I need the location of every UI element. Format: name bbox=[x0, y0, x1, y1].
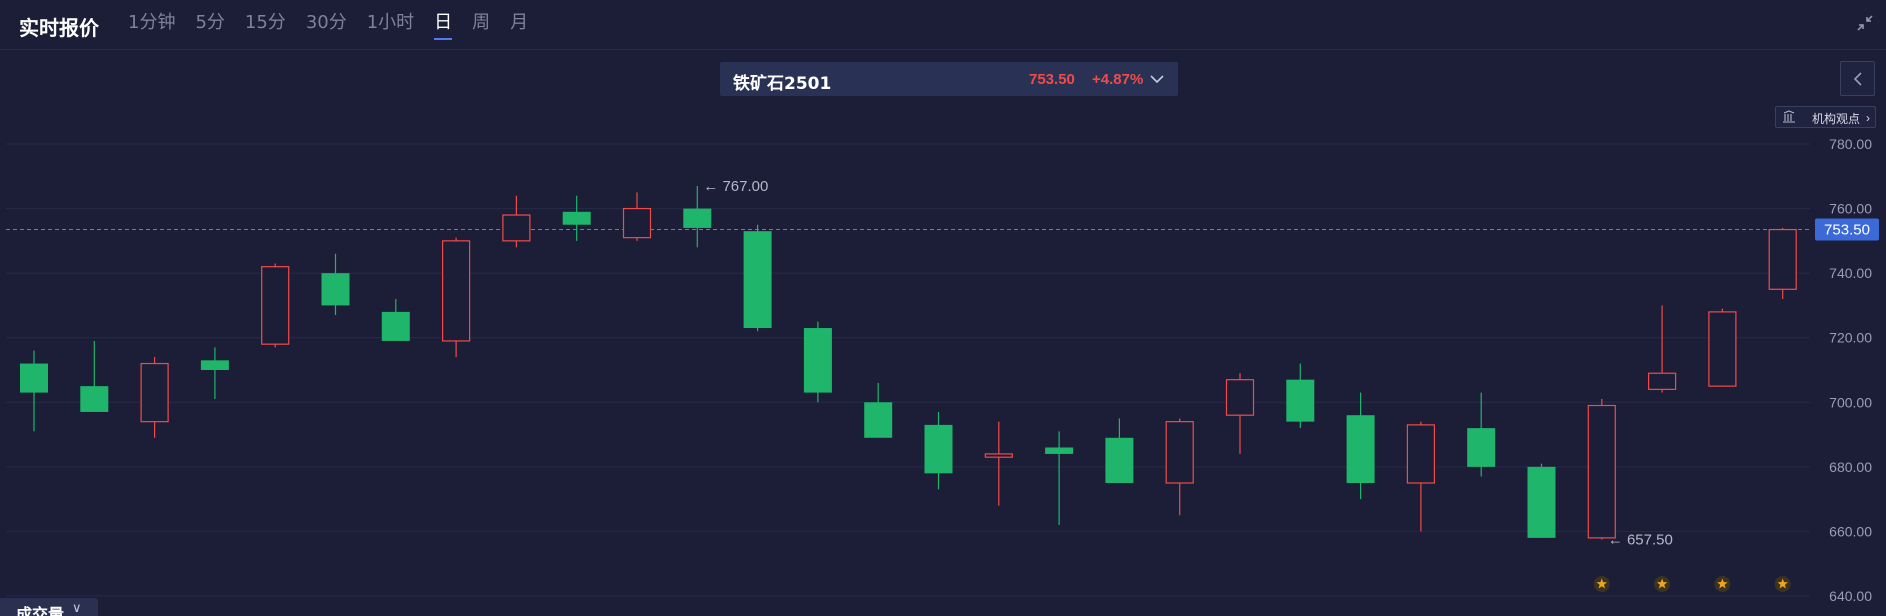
chevron-right-icon: › bbox=[1866, 111, 1870, 125]
candle-body bbox=[864, 402, 893, 438]
volume-indicator-tab[interactable]: 成交量 ∨ bbox=[0, 598, 98, 616]
candle-body bbox=[80, 386, 109, 412]
candle-body bbox=[1406, 424, 1436, 484]
candle-body bbox=[683, 208, 712, 228]
star-badge-icon bbox=[1774, 576, 1791, 592]
y-tick-label: 640.00 bbox=[1829, 588, 1872, 604]
current-price-label: 753.50 bbox=[1824, 222, 1870, 239]
candle-body bbox=[1587, 404, 1616, 539]
candle-body bbox=[1165, 421, 1194, 484]
y-tick-label: 720.00 bbox=[1829, 330, 1872, 346]
star-badge-icon bbox=[1593, 576, 1610, 592]
chevron-left-icon bbox=[1851, 71, 1865, 92]
candle-body bbox=[622, 207, 652, 239]
star-badge-icon bbox=[1714, 576, 1731, 592]
high-annotation: ← 767.00 bbox=[703, 178, 768, 195]
candle-body bbox=[562, 211, 591, 225]
volume-label: 成交量 bbox=[16, 605, 65, 616]
candle-body bbox=[924, 424, 953, 474]
candle-body bbox=[1225, 379, 1255, 416]
symbol-selector[interactable]: 铁矿石2501 753.50 +4.87% bbox=[720, 62, 1178, 96]
candle-body bbox=[803, 328, 832, 393]
institution-view-label: 机构观点 bbox=[1812, 112, 1861, 126]
candle-body bbox=[743, 231, 772, 329]
candle-body bbox=[1346, 415, 1375, 483]
chevron-down-icon bbox=[1148, 71, 1166, 87]
y-tick-label: 780.00 bbox=[1829, 136, 1872, 152]
panel-toggle-button[interactable] bbox=[1840, 61, 1875, 96]
symbol-name: 铁矿石2501 bbox=[733, 74, 832, 94]
candle-body bbox=[1527, 466, 1556, 538]
candle-body bbox=[381, 311, 410, 341]
y-tick-label: 680.00 bbox=[1829, 459, 1872, 475]
y-tick-label: 760.00 bbox=[1829, 201, 1872, 217]
candle-body bbox=[1768, 228, 1797, 290]
candle-body bbox=[1467, 428, 1496, 467]
candle-body bbox=[261, 266, 290, 345]
low-annotation: ← 657.50 bbox=[1608, 532, 1673, 549]
candle-body bbox=[140, 362, 169, 423]
candle-body bbox=[321, 273, 350, 306]
candle-body bbox=[502, 214, 531, 242]
chevron-down-icon: ∨ bbox=[72, 600, 82, 615]
y-tick-label: 740.00 bbox=[1829, 265, 1872, 281]
candle-body bbox=[1105, 437, 1134, 483]
candle-body bbox=[984, 453, 1013, 458]
candle-body bbox=[1708, 311, 1737, 387]
candle-body bbox=[1647, 372, 1677, 390]
institution-view-button[interactable]: 机构观点 › bbox=[1775, 106, 1876, 128]
candle-body bbox=[1286, 379, 1315, 422]
candle-body bbox=[1045, 447, 1074, 454]
y-tick-label: 700.00 bbox=[1829, 394, 1872, 410]
candle-body bbox=[200, 360, 229, 370]
symbol-price: 753.50 bbox=[1029, 71, 1075, 88]
candle-body bbox=[442, 240, 471, 342]
y-tick-label: 660.00 bbox=[1829, 523, 1872, 539]
symbol-change: +4.87% bbox=[1092, 71, 1144, 88]
candle-body bbox=[20, 363, 48, 393]
star-badge-icon bbox=[1654, 576, 1671, 592]
institution-icon bbox=[1782, 110, 1796, 124]
